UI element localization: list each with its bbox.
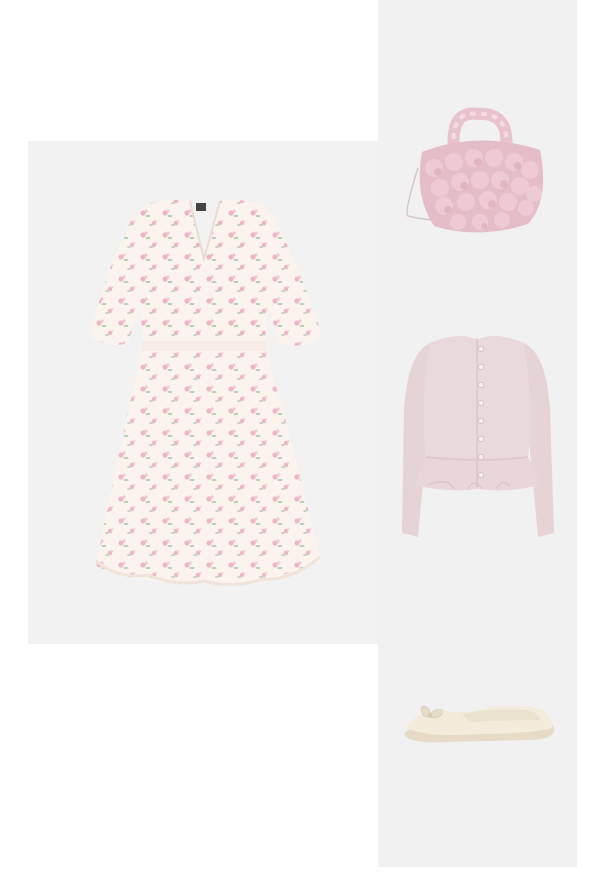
outfit-item-cardigan[interactable] bbox=[378, 289, 577, 578]
pink-peplum-cardigan-image bbox=[402, 335, 554, 537]
outfit-item-bag[interactable] bbox=[378, 0, 577, 289]
pink-bobble-handbag-image bbox=[406, 107, 544, 233]
outfit-item-dress[interactable] bbox=[28, 141, 378, 644]
outfit-item-shoes[interactable] bbox=[378, 578, 577, 867]
floral-dress-image bbox=[90, 199, 322, 586]
cream-ballet-flat-image bbox=[404, 705, 554, 743]
